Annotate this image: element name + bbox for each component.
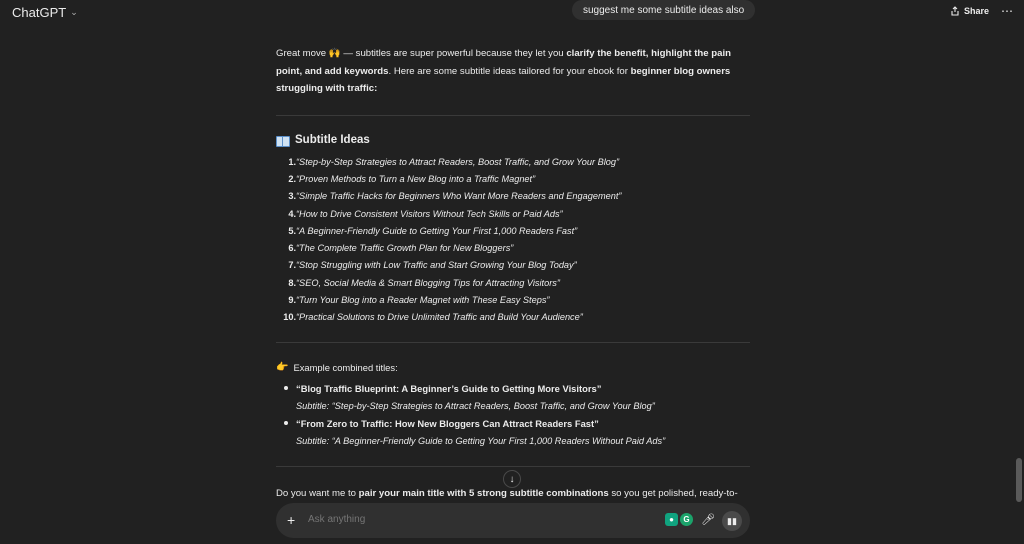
example-title: “From Zero to Traffic: How New Bloggers … (296, 418, 599, 430)
list-item: Subtitle: “A Beginner-Friendly Guide to … (276, 433, 750, 451)
list-item: Subtitle: “Step-by-Step Strategies to At… (276, 398, 750, 416)
subtitle-idea-text: “The Complete Traffic Growth Plan for Ne… (296, 243, 514, 254)
example-heading-text: Example combined titles: (293, 362, 398, 373)
extension-icon[interactable]: ● (665, 513, 678, 526)
model-selector[interactable]: ChatGPT ⌄ (12, 5, 78, 20)
example-subtitle: Subtitle: “Step-by-Step Strategies to At… (296, 400, 655, 411)
extension-icons: ● G (665, 513, 693, 526)
list-item: 6. “The Complete Traffic Growth Plan for … (276, 239, 750, 256)
subtitle-ideas-list: 1. “Step-by-Step Strategies to Attract Re… (276, 153, 750, 326)
list-item: 4. “How to Drive Consistent Visitors With… (276, 205, 750, 222)
microphone-icon[interactable]: 🎤︎ (701, 513, 715, 526)
list-number: 7. (288, 260, 296, 271)
intro-text-2: . Here are some subtitle ideas tailored … (388, 65, 631, 77)
list-number: 6. (288, 243, 296, 254)
list-item: 5. “A Beginner-Friendly Guide to Getting … (276, 222, 750, 239)
list-number: 2. (288, 173, 296, 184)
followup-text-2: so you get polished, ready-to- (608, 488, 738, 499)
bullet (284, 421, 288, 426)
example-title: “Blog Traffic Blueprint: A Beginner’s Gu… (296, 383, 602, 394)
subtitle-idea-text: “Practical Solutions to Drive Unlimited … (296, 312, 583, 323)
list-item: 3. “Simple Traffic Hacks for Beginners Wh… (276, 188, 750, 205)
top-bar: ChatGPT ⌄ suggest me some subtitle ideas… (0, 0, 1024, 26)
list-item: 1. “Step-by-Step Strategies to Attract Re… (276, 153, 750, 170)
subtitle-idea-text: “SEO, Social Media & Smart Blogging Tips… (296, 277, 560, 288)
scrollbar-thumb[interactable] (1016, 458, 1022, 502)
pointing-hand-icon: 👉 (276, 362, 289, 373)
grammarly-icon[interactable]: G (680, 513, 693, 526)
user-message-bubble: suggest me some subtitle ideas also (572, 0, 756, 20)
subtitle-idea-text: “Proven Methods to Turn a New Blog into … (296, 173, 536, 184)
example-list: “Blog Traffic Blueprint: A Beginner’s Gu… (276, 380, 750, 450)
share-icon (951, 6, 959, 16)
more-options-button[interactable]: ⋯ (1001, 4, 1014, 18)
list-number: 3. (288, 191, 296, 202)
list-number: 10. (283, 312, 296, 323)
subtitle-idea-text: “Simple Traffic Hacks for Beginners Who … (296, 191, 622, 202)
scroll-down-button[interactable]: ↓ (503, 470, 521, 488)
example-subtitle: Subtitle: “A Beginner-Friendly Guide to … (296, 435, 666, 446)
list-item: “Blog Traffic Blueprint: A Beginner’s Gu… (276, 380, 750, 398)
assistant-intro: Great move 🙌 — subtitles are super power… (276, 45, 750, 98)
chevron-down-icon: ⌄ (70, 7, 78, 17)
arrow-down-icon: ↓ (509, 473, 515, 485)
list-number: 8. (288, 277, 296, 288)
subtitle-idea-text: “Step-by-Step Strategies to Attract Read… (296, 156, 620, 167)
bullet (284, 386, 288, 390)
subtitle-idea-text: “A Beginner-Friendly Guide to Getting Yo… (296, 225, 578, 236)
followup-text-1: Do you want me to (276, 488, 359, 499)
subtitle-idea-text: “How to Drive Consistent Visitors Withou… (296, 208, 563, 219)
list-item: 8. “SEO, Social Media & Smart Blogging Ti… (276, 274, 750, 291)
example-heading: 👉 Example combined titles: (276, 362, 398, 373)
voice-mode-icon[interactable]: ▮▮ (722, 511, 742, 531)
user-message-text: suggest me some subtitle ideas also (583, 4, 745, 16)
divider (276, 342, 750, 343)
divider (276, 115, 750, 116)
list-number: 4. (288, 208, 296, 219)
more-icon: ⋯ (1001, 4, 1014, 18)
list-number: 9. (288, 295, 296, 306)
section-heading: Subtitle Ideas (276, 134, 370, 147)
list-number: 1. (288, 156, 296, 167)
composer: + ● G 🎤︎ ▮▮ (276, 503, 750, 538)
list-item: 9. “Turn Your Blog into a Reader Magnet w… (276, 291, 750, 308)
share-label: Share (964, 6, 990, 16)
intro-text-1: Great move 🙌 — subtitles are super power… (276, 48, 567, 59)
list-item: 2. “Proven Methods to Turn a New Blog int… (276, 170, 750, 187)
followup-bold: pair your main title with 5 strong subti… (358, 488, 609, 499)
plus-icon[interactable]: + (287, 512, 295, 528)
list-number: 5. (288, 225, 296, 236)
subtitle-idea-text: “Turn Your Blog into a Reader Magnet wit… (296, 295, 550, 306)
list-item: 7. “Stop Struggling with Low Traffic and … (276, 257, 750, 274)
intro-paragraph: Great move 🙌 — subtitles are super power… (276, 45, 750, 98)
book-icon (276, 135, 290, 147)
divider (276, 466, 750, 467)
chat-input[interactable] (308, 514, 608, 525)
share-button[interactable]: Share (950, 6, 989, 16)
list-item: “From Zero to Traffic: How New Bloggers … (276, 415, 750, 433)
section-title: Subtitle Ideas (295, 134, 370, 146)
subtitle-idea-text: “Stop Struggling with Low Traffic and St… (296, 260, 577, 271)
app-title: ChatGPT (12, 5, 67, 20)
list-item: 10. “Practical Solutions to Drive Unlimit… (276, 309, 750, 326)
